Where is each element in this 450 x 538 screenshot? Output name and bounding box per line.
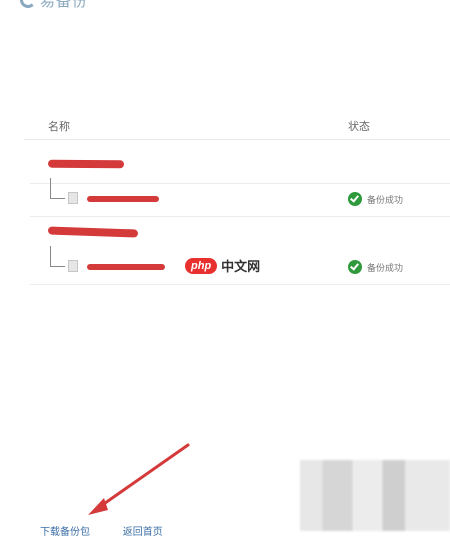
download-backup-link[interactable]: 下载备份包	[40, 527, 90, 538]
blurred-region	[300, 460, 450, 531]
annotation-arrow	[88, 443, 190, 515]
return-home-link[interactable]: 返回首页	[123, 527, 163, 538]
